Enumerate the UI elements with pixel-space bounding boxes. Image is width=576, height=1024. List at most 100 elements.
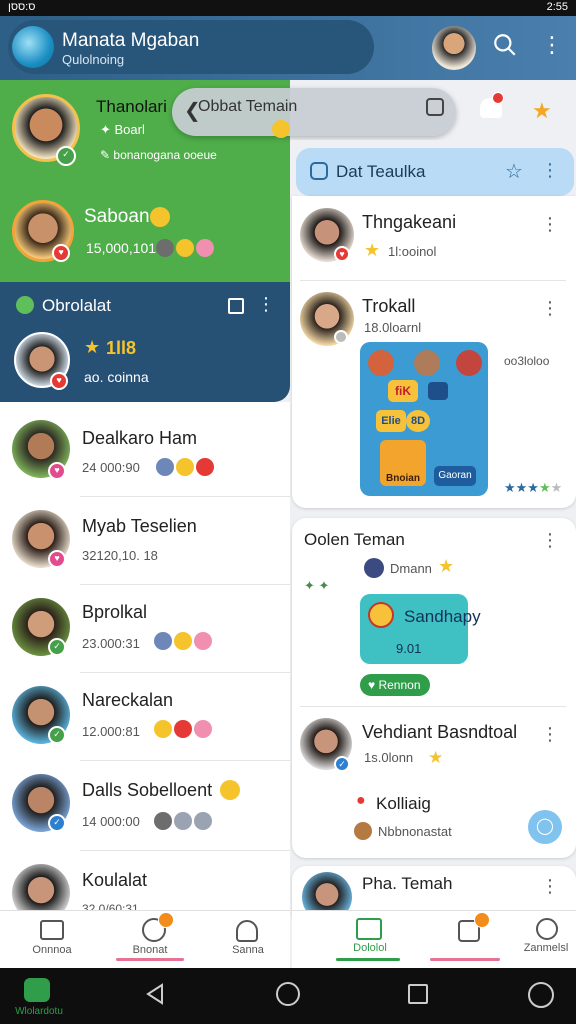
row-divider: [300, 706, 566, 707]
contact-name: Nareckalan: [82, 690, 174, 710]
more-icon[interactable]: ⋮: [540, 34, 564, 60]
contact-avatar[interactable]: [364, 558, 384, 578]
contact-name: Koulalat: [82, 870, 148, 890]
contact-name: Pha. Temah: [362, 874, 453, 893]
nav-underline: [430, 958, 500, 961]
profile-avatar[interactable]: [432, 26, 476, 70]
list-item[interactable]: ✓ Bprolkal 23.000:31: [0, 586, 290, 672]
star-icon: ★: [84, 337, 101, 357]
nav-label: Sanna: [232, 944, 264, 956]
home-button-icon[interactable]: [276, 982, 300, 1006]
contact-subtitle: ✦ Boarl: [100, 122, 145, 137]
game-tile: fiK: [388, 380, 418, 402]
contact-number: 15,000,101: [86, 240, 157, 256]
reaction-icons: [156, 458, 216, 476]
nav-label: Bnonat: [132, 944, 168, 956]
more-icon[interactable]: ⋮: [540, 724, 560, 745]
more-icon[interactable]: ⋮: [540, 530, 560, 551]
side-label: oo3loloo: [504, 354, 550, 368]
reaction-icons: [156, 239, 216, 257]
contact-name: Dealkaro Ham: [82, 428, 198, 448]
reaction-icons: [154, 720, 214, 738]
brand-icon[interactable]: [24, 978, 50, 1002]
game-tile-icon: [428, 382, 448, 400]
edit-icon[interactable]: [228, 298, 244, 314]
app-logo: [12, 26, 54, 68]
list-item[interactable]: ✓ Nareckalan 12.000:81: [0, 674, 290, 760]
chat-fab[interactable]: ◯: [528, 810, 562, 844]
contact-avatar: [354, 822, 372, 840]
status-dot: [334, 330, 348, 344]
pin-icon: ●: [356, 792, 366, 809]
profile-nav-icon[interactable]: [236, 920, 258, 942]
star-icon: ★: [428, 748, 444, 767]
message-meta: Nbbnonastat: [378, 824, 452, 839]
contact-name: Dalls Sobelloent: [82, 780, 213, 800]
row-divider: [80, 760, 290, 761]
row-divider: [80, 672, 290, 673]
home-nav-icon[interactable]: [356, 918, 382, 940]
more-icon[interactable]: ⋮: [540, 160, 560, 181]
rating-stars: ★★★★★: [504, 480, 563, 495]
game-tile-avatar: [368, 350, 394, 376]
list-item[interactable]: ♥ Dealkaro Ham 24 000:90: [0, 410, 290, 496]
smile-emoji-icon: [220, 780, 240, 800]
sticker-subtitle: 9.01: [396, 641, 422, 656]
chat-icon: [310, 162, 328, 180]
row-divider: [300, 280, 566, 281]
contact-subtitle: ao. coinna: [84, 369, 149, 385]
star-icon: ★: [438, 556, 455, 576]
contact-subtitle: 1l:ooinol: [388, 244, 437, 259]
status-bar: ס:ססן 2:55: [0, 0, 576, 16]
contact-name: Bprolkal: [82, 602, 148, 622]
nav-underline: [116, 958, 184, 961]
message-time: 12.000:81: [82, 724, 140, 739]
more-icon[interactable]: ⋮: [540, 298, 560, 319]
list-item[interactable]: Koulalat 32,0/60:31: [0, 852, 290, 922]
smile-emoji-icon: [150, 207, 170, 227]
contact-name: 1ll8: [106, 338, 137, 358]
bookmark-icon[interactable]: [426, 98, 444, 116]
list-item[interactable]: ✓ Dalls Sobelloent 14 000:00: [0, 762, 290, 848]
assistant-icon[interactable]: [528, 982, 554, 1008]
app-title: Manata Mgaban: [62, 30, 200, 51]
recents-icon[interactable]: [408, 984, 428, 1004]
message-preview: Kolliaig: [376, 794, 431, 813]
contact-subtitle: 1s.0lonn: [364, 750, 414, 765]
list-item[interactable]: ♥ Myab Teselien 32120,10. 18: [0, 498, 290, 584]
emoji-icon: [272, 120, 290, 138]
verified-icon: ✓: [334, 756, 350, 772]
settings-icon[interactable]: [536, 918, 558, 940]
more-icon[interactable]: ⋮: [256, 294, 276, 315]
contact-status: ✎ bonanogana ooeue: [100, 148, 217, 162]
more-icon[interactable]: ⋮: [540, 214, 560, 235]
message-time: 24 000:90: [82, 460, 140, 475]
nav-underline: [336, 958, 400, 961]
search-icon[interactable]: [490, 32, 520, 62]
heart-badge-icon: ♥: [48, 462, 66, 480]
contact-name: Thanolari: [96, 97, 167, 116]
contact-name: Trokall: [362, 296, 416, 316]
card-title: Oolen Teman: [304, 530, 405, 549]
more-icon[interactable]: ⋮: [540, 876, 560, 897]
verified-icon: ✓: [48, 814, 66, 832]
sticker-avatar: [368, 602, 394, 628]
verified-icon: ✓: [48, 638, 66, 656]
status-time: 2:55: [546, 1, 568, 13]
bell-icon[interactable]: ★: [532, 98, 552, 124]
sticker-title: Sandhapy: [404, 607, 481, 626]
back-icon[interactable]: [144, 982, 168, 1011]
game-tile: Bnoian: [380, 440, 426, 486]
chip-button[interactable]: ♥ Rennon: [360, 674, 430, 696]
heart-badge-icon: ♥: [50, 372, 68, 390]
verified-icon: ✓: [56, 146, 76, 166]
contact-name: Saboan: [84, 206, 150, 227]
game-tile: Elie: [376, 410, 406, 432]
game-tile: 8D: [406, 410, 430, 432]
home-icon[interactable]: [40, 920, 64, 940]
heart-badge-icon: ♥: [48, 550, 66, 568]
chat-card[interactable]: [292, 518, 576, 858]
nav-label: Onnnoa: [32, 944, 72, 956]
star-outline-icon[interactable]: ☆: [505, 159, 523, 184]
heart-badge-icon: ♥: [52, 244, 70, 262]
